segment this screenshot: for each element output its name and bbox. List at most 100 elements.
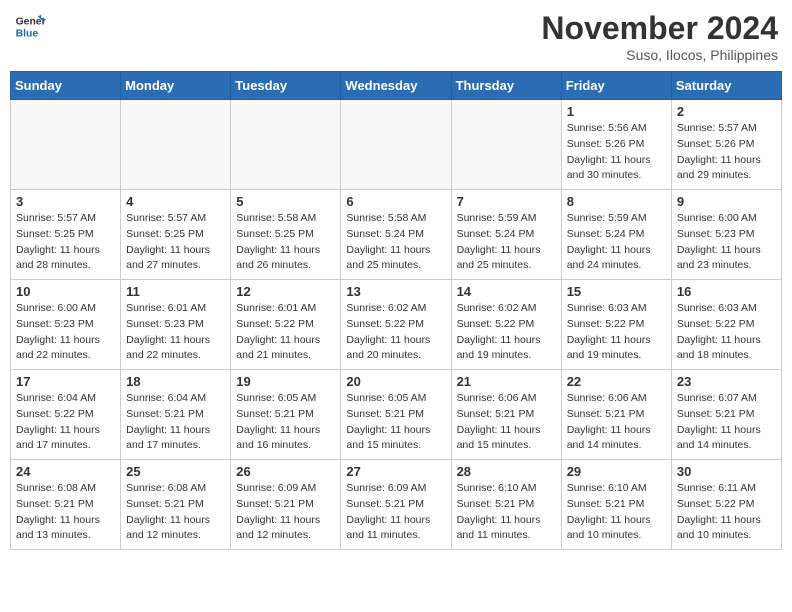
day-info: Sunrise: 6:05 AM Sunset: 5:21 PM Dayligh…: [346, 391, 445, 454]
calendar-cell: 1 Sunrise: 5:56 AM Sunset: 5:26 PM Daylig…: [561, 100, 671, 190]
day-header-thursday: Thursday: [451, 72, 561, 100]
day-info: Sunrise: 6:10 AM Sunset: 5:21 PM Dayligh…: [457, 481, 556, 544]
day-header-wednesday: Wednesday: [341, 72, 451, 100]
day-number: 19: [236, 374, 335, 389]
calendar-cell: 2 Sunrise: 5:57 AM Sunset: 5:26 PM Daylig…: [671, 100, 781, 190]
day-number: 17: [16, 374, 115, 389]
calendar-cell: 19 Sunrise: 6:05 AM Sunset: 5:21 PM Dayli…: [231, 370, 341, 460]
day-number: 21: [457, 374, 556, 389]
day-number: 14: [457, 284, 556, 299]
calendar-cell: 21 Sunrise: 6:06 AM Sunset: 5:21 PM Dayli…: [451, 370, 561, 460]
day-number: 24: [16, 464, 115, 479]
day-info: Sunrise: 6:10 AM Sunset: 5:21 PM Dayligh…: [567, 481, 666, 544]
calendar-cell: 13 Sunrise: 6:02 AM Sunset: 5:22 PM Dayli…: [341, 280, 451, 370]
day-number: 26: [236, 464, 335, 479]
calendar-cell: 25 Sunrise: 6:08 AM Sunset: 5:21 PM Dayli…: [121, 460, 231, 550]
day-info: Sunrise: 6:07 AM Sunset: 5:21 PM Dayligh…: [677, 391, 776, 454]
calendar-cell: 5Sunrise: 5:58 AM Sunset: 5:25 PM Daylig…: [231, 190, 341, 280]
calendar-cell: 16Sunrise: 6:03 AM Sunset: 5:22 PM Dayli…: [671, 280, 781, 370]
day-info: Sunrise: 5:58 AM Sunset: 5:25 PM Dayligh…: [236, 211, 335, 274]
calendar-cell: [451, 100, 561, 190]
calendar-week-2: 3 Sunrise: 5:57 AM Sunset: 5:25 PM Daylig…: [11, 190, 782, 280]
day-number: 18: [126, 374, 225, 389]
day-info: Sunrise: 6:06 AM Sunset: 5:21 PM Dayligh…: [567, 391, 666, 454]
day-header-sunday: Sunday: [11, 72, 121, 100]
day-info: Sunrise: 6:11 AM Sunset: 5:22 PM Dayligh…: [677, 481, 776, 544]
day-info: Sunrise: 5:59 AM Sunset: 5:24 PM Dayligh…: [567, 211, 666, 274]
calendar-cell: 29 Sunrise: 6:10 AM Sunset: 5:21 PM Dayli…: [561, 460, 671, 550]
location: Suso, Ilocos, Philippines: [541, 47, 778, 63]
day-info: Sunrise: 6:01 AM Sunset: 5:23 PM Dayligh…: [126, 301, 225, 364]
day-number: 3: [16, 194, 115, 209]
calendar-week-3: 10Sunrise: 6:00 AM Sunset: 5:23 PM Dayli…: [11, 280, 782, 370]
day-header-monday: Monday: [121, 72, 231, 100]
calendar-week-5: 24 Sunrise: 6:08 AM Sunset: 5:21 PM Dayli…: [11, 460, 782, 550]
calendar-cell: 28Sunrise: 6:10 AM Sunset: 5:21 PM Dayli…: [451, 460, 561, 550]
day-info: Sunrise: 6:03 AM Sunset: 5:22 PM Dayligh…: [677, 301, 776, 364]
day-number: 13: [346, 284, 445, 299]
calendar-cell: 7 Sunrise: 5:59 AM Sunset: 5:24 PM Daylig…: [451, 190, 561, 280]
day-info: Sunrise: 5:57 AM Sunset: 5:26 PM Dayligh…: [677, 121, 776, 184]
day-number: 23: [677, 374, 776, 389]
day-number: 11: [126, 284, 225, 299]
calendar-cell: 9 Sunrise: 6:00 AM Sunset: 5:23 PM Daylig…: [671, 190, 781, 280]
day-info: Sunrise: 6:04 AM Sunset: 5:21 PM Dayligh…: [126, 391, 225, 454]
day-info: Sunrise: 6:01 AM Sunset: 5:22 PM Dayligh…: [236, 301, 335, 364]
day-info: Sunrise: 6:00 AM Sunset: 5:23 PM Dayligh…: [677, 211, 776, 274]
calendar-table: SundayMondayTuesdayWednesdayThursdayFrid…: [10, 71, 782, 550]
day-number: 30: [677, 464, 776, 479]
day-number: 22: [567, 374, 666, 389]
calendar-cell: 10Sunrise: 6:00 AM Sunset: 5:23 PM Dayli…: [11, 280, 121, 370]
day-number: 2: [677, 104, 776, 119]
day-number: 1: [567, 104, 666, 119]
calendar-header-row: SundayMondayTuesdayWednesdayThursdayFrid…: [11, 72, 782, 100]
calendar-cell: 3 Sunrise: 5:57 AM Sunset: 5:25 PM Daylig…: [11, 190, 121, 280]
day-info: Sunrise: 5:56 AM Sunset: 5:26 PM Dayligh…: [567, 121, 666, 184]
day-info: Sunrise: 6:05 AM Sunset: 5:21 PM Dayligh…: [236, 391, 335, 454]
calendar-cell: 18 Sunrise: 6:04 AM Sunset: 5:21 PM Dayli…: [121, 370, 231, 460]
day-info: Sunrise: 6:08 AM Sunset: 5:21 PM Dayligh…: [126, 481, 225, 544]
day-number: 27: [346, 464, 445, 479]
calendar-cell: 24 Sunrise: 6:08 AM Sunset: 5:21 PM Dayli…: [11, 460, 121, 550]
calendar-cell: 20 Sunrise: 6:05 AM Sunset: 5:21 PM Dayli…: [341, 370, 451, 460]
day-header-saturday: Saturday: [671, 72, 781, 100]
day-info: Sunrise: 6:03 AM Sunset: 5:22 PM Dayligh…: [567, 301, 666, 364]
day-number: 15: [567, 284, 666, 299]
day-header-tuesday: Tuesday: [231, 72, 341, 100]
calendar-cell: [121, 100, 231, 190]
calendar-cell: 14 Sunrise: 6:02 AM Sunset: 5:22 PM Dayli…: [451, 280, 561, 370]
calendar-cell: 12Sunrise: 6:01 AM Sunset: 5:22 PM Dayli…: [231, 280, 341, 370]
day-number: 20: [346, 374, 445, 389]
day-info: Sunrise: 6:08 AM Sunset: 5:21 PM Dayligh…: [16, 481, 115, 544]
calendar-cell: 30 Sunrise: 6:11 AM Sunset: 5:22 PM Dayli…: [671, 460, 781, 550]
calendar-cell: [11, 100, 121, 190]
day-header-friday: Friday: [561, 72, 671, 100]
day-number: 10: [16, 284, 115, 299]
day-info: Sunrise: 5:58 AM Sunset: 5:24 PM Dayligh…: [346, 211, 445, 274]
day-info: Sunrise: 6:02 AM Sunset: 5:22 PM Dayligh…: [346, 301, 445, 364]
calendar-cell: 26Sunrise: 6:09 AM Sunset: 5:21 PM Dayli…: [231, 460, 341, 550]
calendar-cell: 27Sunrise: 6:09 AM Sunset: 5:21 PM Dayli…: [341, 460, 451, 550]
day-number: 4: [126, 194, 225, 209]
day-info: Sunrise: 6:02 AM Sunset: 5:22 PM Dayligh…: [457, 301, 556, 364]
calendar-cell: 4Sunrise: 5:57 AM Sunset: 5:25 PM Daylig…: [121, 190, 231, 280]
day-number: 7: [457, 194, 556, 209]
page-header: General Blue November 2024 Suso, Ilocos,…: [10, 10, 782, 63]
day-number: 9: [677, 194, 776, 209]
calendar-cell: 11 Sunrise: 6:01 AM Sunset: 5:23 PM Dayli…: [121, 280, 231, 370]
calendar-week-1: 1 Sunrise: 5:56 AM Sunset: 5:26 PM Daylig…: [11, 100, 782, 190]
day-info: Sunrise: 5:59 AM Sunset: 5:24 PM Dayligh…: [457, 211, 556, 274]
day-info: Sunrise: 6:06 AM Sunset: 5:21 PM Dayligh…: [457, 391, 556, 454]
calendar-cell: 6Sunrise: 5:58 AM Sunset: 5:24 PM Daylig…: [341, 190, 451, 280]
day-number: 29: [567, 464, 666, 479]
svg-text:Blue: Blue: [16, 28, 39, 39]
calendar-cell: 22 Sunrise: 6:06 AM Sunset: 5:21 PM Dayli…: [561, 370, 671, 460]
day-info: Sunrise: 5:57 AM Sunset: 5:25 PM Dayligh…: [16, 211, 115, 274]
logo-icon: General Blue: [14, 10, 46, 42]
calendar-cell: 17Sunrise: 6:04 AM Sunset: 5:22 PM Dayli…: [11, 370, 121, 460]
calendar-cell: 23 Sunrise: 6:07 AM Sunset: 5:21 PM Dayli…: [671, 370, 781, 460]
title-block: November 2024 Suso, Ilocos, Philippines: [541, 10, 778, 63]
logo: General Blue: [14, 10, 46, 42]
calendar-cell: [231, 100, 341, 190]
day-number: 25: [126, 464, 225, 479]
